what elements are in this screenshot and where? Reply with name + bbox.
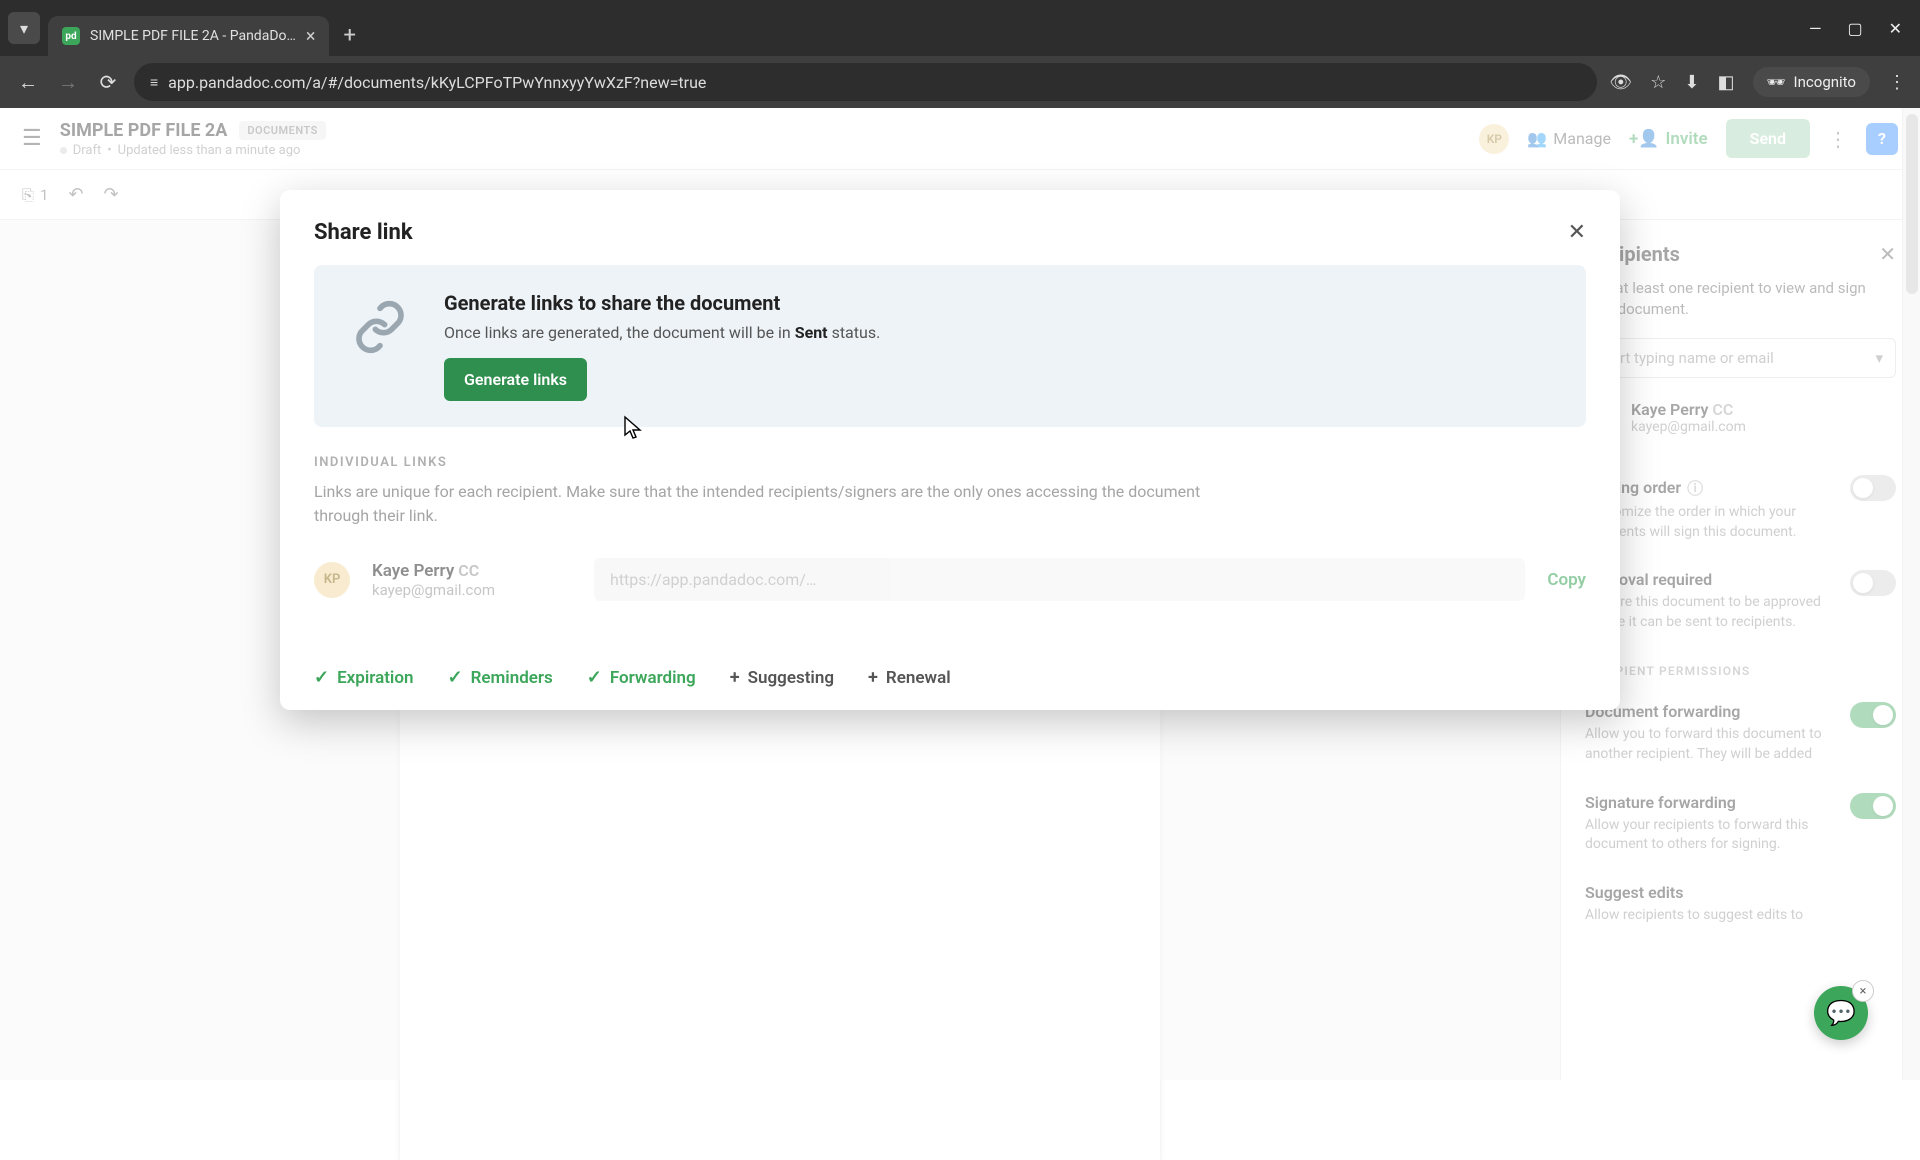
generate-links-button[interactable]: Generate links [444,358,587,401]
pandadoc-favicon: pd [62,27,80,45]
address-bar[interactable]: ≡ app.pandadoc.com/a/#/documents/kKyLCPF… [134,63,1597,101]
chat-icon: 💬 [1826,999,1856,1027]
recipient-link-row: KP Kaye Perry CC kayep@gmail.com https:/… [314,558,1586,601]
expiration-option[interactable]: ✓Expiration [314,667,413,688]
renewal-option[interactable]: +Renewal [868,667,951,688]
individual-links-desc: Links are unique for each recipient. Mak… [314,480,1234,528]
tab-search-button[interactable]: ▾ [8,12,40,44]
modal-close-icon[interactable]: ✕ [1568,220,1586,245]
downloads-icon[interactable]: ⬇ [1684,72,1699,93]
back-button[interactable]: ← [14,68,42,96]
reminders-option[interactable]: ✓Reminders [447,667,552,688]
side-panel-icon[interactable]: ◧ [1717,72,1734,93]
browser-toolbar: ← → ⟳ ≡ app.pandadoc.com/a/#/documents/k… [0,56,1920,108]
incognito-chip[interactable]: 🕶 Incognito [1753,67,1871,97]
window-minimize-icon[interactable]: — [1809,19,1822,38]
modal-footer: ✓Expiration ✓Reminders ✓Forwarding +Sugg… [314,651,1586,688]
suggesting-option[interactable]: +Suggesting [730,667,834,688]
plus-icon: + [730,667,740,688]
tab-close-icon[interactable]: × [306,26,316,47]
tab-title: SIMPLE PDF FILE 2A - PandaDo… [90,28,296,44]
link-avatar: KP [314,562,350,598]
eye-off-icon[interactable]: 👁 [1609,72,1632,93]
window-close-icon[interactable]: ✕ [1889,19,1902,38]
incognito-icon: 🕶 [1767,73,1786,91]
bookmark-star-icon[interactable]: ☆ [1650,72,1666,93]
generate-callout: Generate links to share the document Onc… [314,265,1586,427]
url-text: app.pandadoc.com/a/#/documents/kKyLCPFoT… [168,73,706,92]
generate-subtext: Once links are generated, the document w… [444,323,880,342]
forward-button[interactable]: → [54,68,82,96]
site-info-icon[interactable]: ≡ [150,74,158,91]
individual-links-label: INDIVIDUAL LINKS [314,455,1586,470]
check-icon: ✓ [587,667,602,688]
check-icon: ✓ [447,667,462,688]
browser-tab-strip: ▾ pd SIMPLE PDF FILE 2A - PandaDo… × + —… [0,0,1920,56]
browser-menu-icon[interactable]: ⋮ [1888,72,1906,93]
chat-fab[interactable]: 💬 × [1814,986,1868,1040]
new-tab-button[interactable]: + [343,23,355,48]
modal-title: Share link [314,220,413,245]
browser-tab[interactable]: pd SIMPLE PDF FILE 2A - PandaDo… × [48,16,329,56]
reload-button[interactable]: ⟳ [94,68,122,96]
plus-icon: + [868,667,878,688]
forwarding-option[interactable]: ✓Forwarding [587,667,696,688]
share-link-modal: Share link ✕ Generate links to share the… [280,190,1620,710]
copy-link-button[interactable]: Copy [1547,570,1586,590]
link-url-field[interactable]: https://app.pandadoc.com/… [594,558,1525,601]
chat-fab-close-icon[interactable]: × [1852,980,1874,1002]
generate-heading: Generate links to share the document [444,291,880,315]
check-icon: ✓ [314,667,329,688]
window-maximize-icon[interactable]: ▢ [1847,19,1862,38]
link-icon [344,291,416,363]
